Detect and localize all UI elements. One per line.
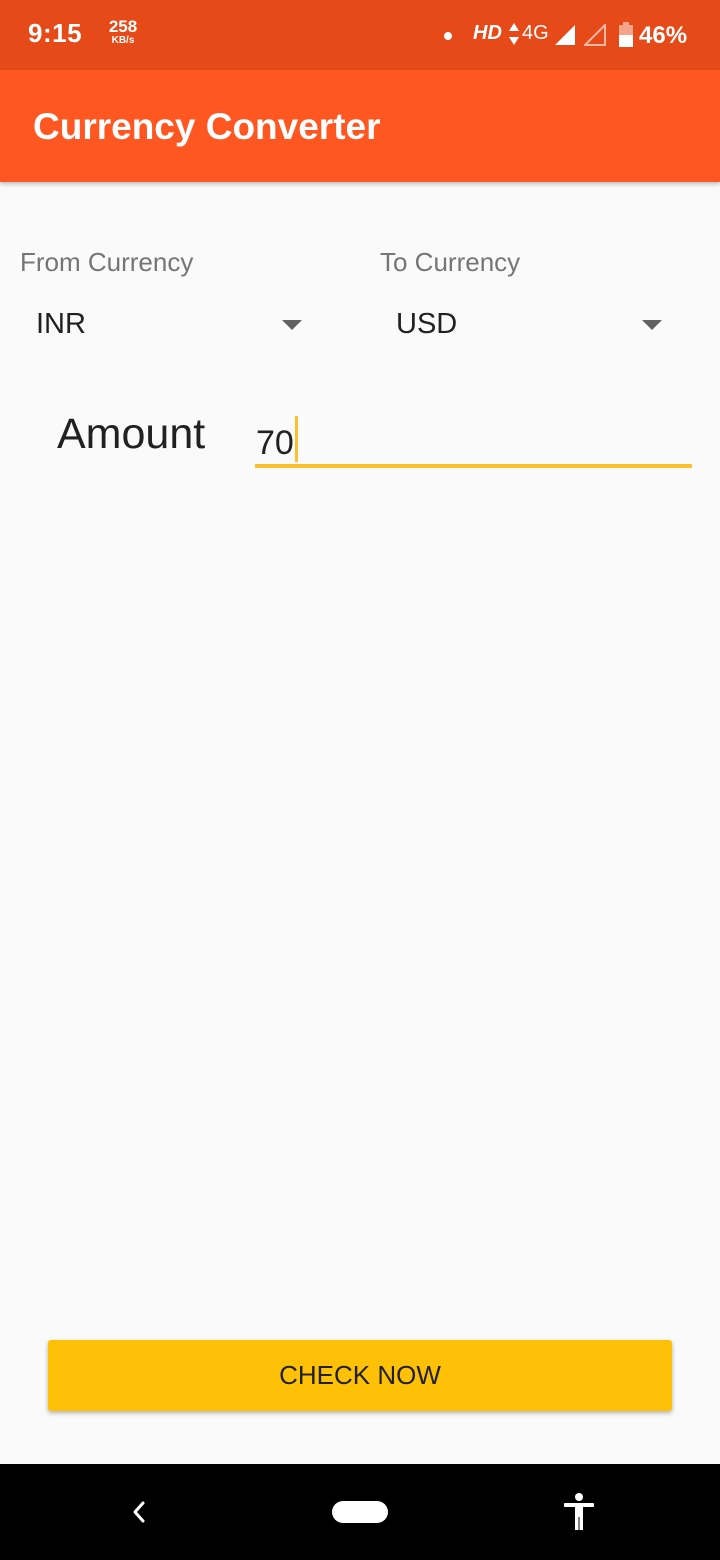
hd-label: HD [473,22,502,44]
status-time: 9:15 [28,18,83,48]
signal-icon [555,25,575,45]
amount-input[interactable]: 70 [255,408,692,468]
battery-icon [619,22,633,47]
network-speed-value: 258 [108,17,138,36]
chevron-down-icon [282,320,302,330]
app-title: Currency Converter [33,106,381,147]
battery-percent: 46% [639,22,688,49]
amount-value: 70 [256,424,294,462]
amount-label: Amount [57,410,206,458]
from-currency-spinner[interactable]: INR [20,300,320,352]
data-arrows-icon [509,23,519,45]
amount-value-wrap: 70 [256,416,298,463]
network-type: 4G [522,22,549,44]
from-currency-label: From Currency [20,247,194,277]
text-cursor [294,416,298,462]
home-pill-icon[interactable] [332,1501,388,1523]
from-currency-value: INR [36,308,86,340]
status-bar: 9:15 258 KB/s HD 4G 46% [0,0,720,70]
screen: 9:15 258 KB/s HD 4G 46% Currency Convert… [0,0,720,1560]
chevron-down-icon [642,320,662,330]
network-speed: 258 KB/s [103,18,143,46]
signal-empty-icon [584,24,606,46]
app-bar: Currency Converter [0,70,720,182]
to-currency-spinner[interactable]: USD [380,300,680,352]
check-now-button[interactable]: CHECK NOW [48,1340,672,1411]
to-currency-value: USD [396,308,458,340]
accessibility-icon[interactable] [562,1492,596,1532]
back-icon[interactable] [128,1498,150,1526]
to-currency-label: To Currency [380,247,521,277]
network-speed-unit: KB/s [111,35,135,46]
notification-dot-icon [444,32,452,40]
